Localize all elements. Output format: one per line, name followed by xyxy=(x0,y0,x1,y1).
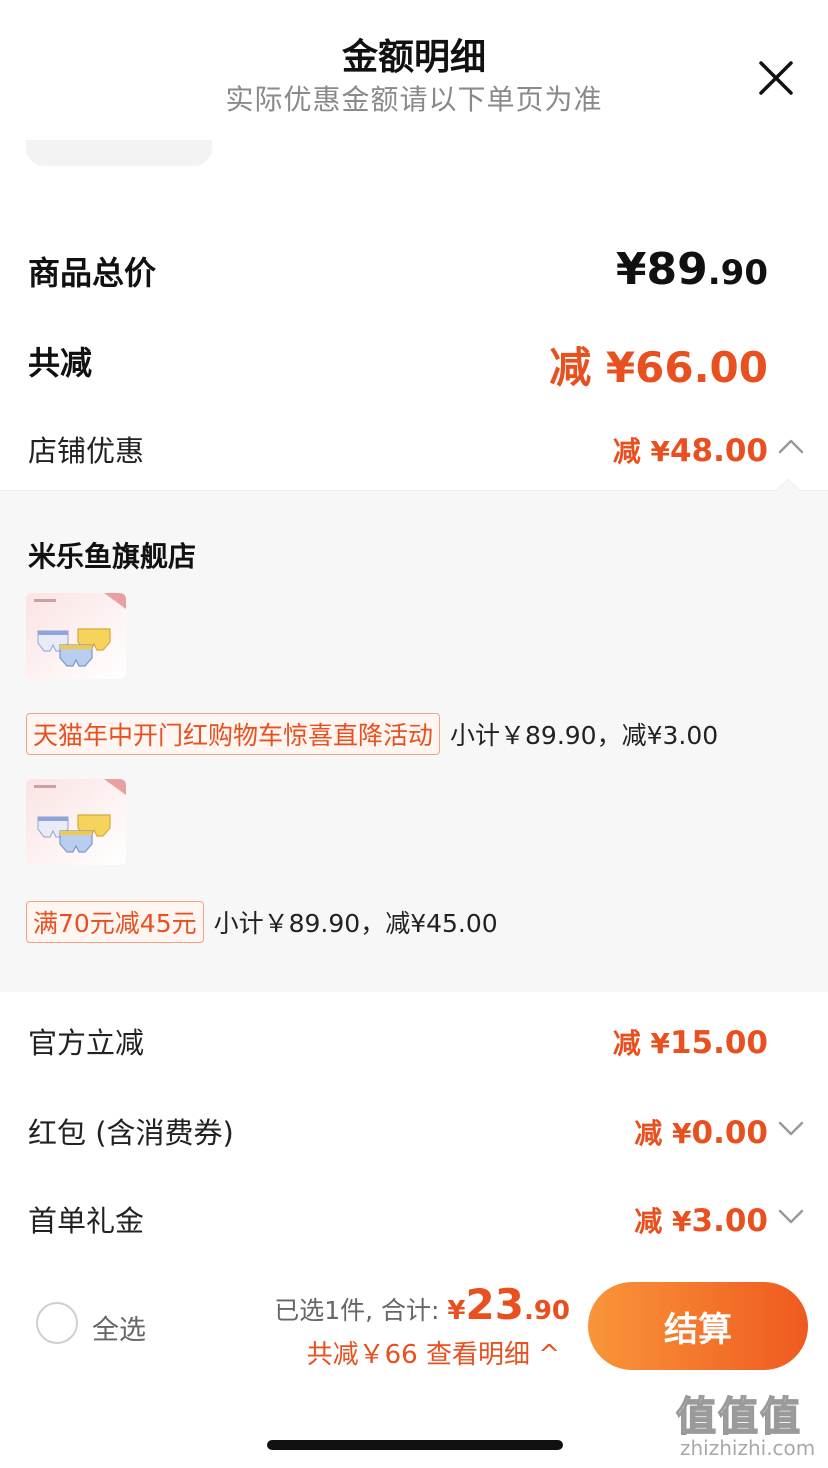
total-currency: ¥ xyxy=(615,244,647,295)
watermark-url: zhizhizhi.com xyxy=(680,1436,816,1460)
page-subtitle: 实际优惠金额请以下单页为准 xyxy=(225,83,603,116)
total-price-label: 商品总价 xyxy=(28,254,157,292)
total-discount-label: 共减 xyxy=(28,344,93,382)
total-price-row: 商品总价 ¥89.90 xyxy=(0,244,828,304)
total-integer: 89 xyxy=(646,244,708,295)
select-all-label[interactable]: 全选 xyxy=(92,1308,146,1347)
official-discount-label: 官方立减 xyxy=(28,1026,145,1060)
checkout-bar: 全选 已选1件, 合计: ¥23.90 共减￥66 查看明细 ^ 结算 xyxy=(0,1270,828,1390)
total-decimal: .90 xyxy=(707,253,768,293)
sheet-header: 金额明细 实际优惠金额请以下单页为准 xyxy=(0,0,828,130)
product-image xyxy=(26,593,126,679)
first-order-gift-value: 减 ¥3.00 xyxy=(634,1203,768,1239)
chevron-up-icon xyxy=(778,439,804,454)
official-discount-row: 官方立减 减 ¥15.00 xyxy=(0,1018,828,1074)
collapsed-content-edge xyxy=(26,140,212,166)
promo-tag[interactable]: 满70元减45元 xyxy=(26,901,204,943)
selected-count-text: 已选1件, 合计: xyxy=(274,1296,448,1325)
red-envelope-value: 减 ¥0.00 xyxy=(634,1115,768,1151)
selected-total: 已选1件, 合计: ¥23.90 xyxy=(274,1280,570,1329)
first-order-gift-label: 首单礼金 xyxy=(28,1204,145,1238)
select-all-checkbox[interactable] xyxy=(36,1302,78,1344)
promo-subtotal-text: 小计￥89.90，减¥45.00 xyxy=(213,909,498,938)
total-integer: 23 xyxy=(465,1280,524,1329)
store-discount-value: 减 ¥48.00 xyxy=(612,433,768,469)
total-price-value: ¥89.90 xyxy=(616,244,768,295)
total-decimal: .90 xyxy=(523,1296,570,1326)
store-discount-row[interactable]: 店铺优惠 减 ¥48.00 xyxy=(0,424,828,480)
promo-line: 满70元减45元 小计￥89.90，减¥45.00 xyxy=(26,901,498,943)
checkout-button[interactable]: 结算 xyxy=(588,1282,808,1370)
product-thumbnail[interactable] xyxy=(26,593,126,679)
page-title: 金额明细 xyxy=(341,37,486,78)
close-button[interactable] xyxy=(756,58,796,98)
store-name: 米乐鱼旗舰店 xyxy=(28,540,197,573)
view-details-link[interactable]: 共减￥66 查看明细 ^ xyxy=(307,1334,560,1371)
red-envelope-label: 红包 (含消费券) xyxy=(28,1116,234,1150)
promo-subtotal-text: 小计￥89.90，减¥3.00 xyxy=(450,721,719,750)
store-discount-detail-panel: 米乐鱼旗舰店 天猫年中开门红购物车惊喜直降活动 小计￥89.90，减¥3.00 xyxy=(0,478,828,992)
total-discount-value: 减 ¥66.00 xyxy=(549,343,768,392)
red-envelope-row[interactable]: 红包 (含消费券) 减 ¥0.00 xyxy=(0,1108,828,1164)
product-thumbnail[interactable] xyxy=(26,779,126,865)
product-image xyxy=(26,779,126,865)
close-icon xyxy=(759,61,793,95)
chevron-down-icon xyxy=(778,1209,804,1224)
watermark-logo: 值值值 xyxy=(675,1393,802,1441)
home-indicator[interactable] xyxy=(267,1440,563,1450)
promo-tag[interactable]: 天猫年中开门红购物车惊喜直降活动 xyxy=(26,713,441,755)
store-discount-label: 店铺优惠 xyxy=(28,434,145,468)
chevron-down-icon xyxy=(778,1121,804,1136)
first-order-gift-row[interactable]: 首单礼金 减 ¥3.00 xyxy=(0,1196,828,1252)
panel-pointer xyxy=(776,478,800,502)
official-discount-value: 减 ¥15.00 xyxy=(612,1025,768,1061)
total-discount-row: 共减 减 ¥66.00 xyxy=(0,334,828,394)
promo-line: 天猫年中开门红购物车惊喜直降活动 小计￥89.90，减¥3.00 xyxy=(26,713,718,755)
